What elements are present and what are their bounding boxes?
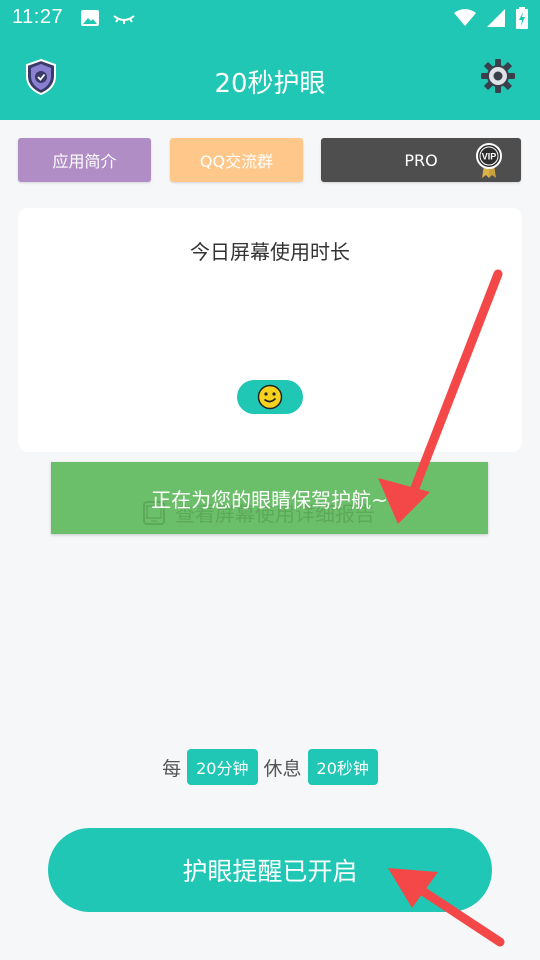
qq-group-button[interactable]: QQ交流群 [170, 138, 303, 182]
app-title: 20秒护眼 [214, 69, 326, 99]
battery-charging-icon [516, 7, 528, 29]
app-intro-label: 应用简介 [52, 152, 117, 171]
reminder-schedule: 每 20分钟 休息 20秒钟 [0, 749, 540, 785]
vip-badge-icon: VIP [475, 143, 503, 183]
app-bar: 20秒护眼 [0, 36, 540, 120]
rest-chip[interactable]: 20秒钟 [307, 749, 378, 785]
protection-toast: 正在为您的眼睛保驾护航~ [151, 488, 388, 512]
pro-label: PRO [404, 150, 438, 170]
usage-card: 今日屏幕使用时长 [18, 208, 522, 452]
app-intro-button[interactable]: 应用简介 [18, 138, 151, 182]
usage-card-title: 今日屏幕使用时长 [190, 240, 350, 264]
eye-protection-toggle-label: 护眼提醒已开启 [182, 857, 358, 886]
smile-pill [237, 380, 303, 414]
schedule-prefix: 每 [162, 757, 182, 780]
view-report-button[interactable]: 查看屏幕使用详细报告 正在为您的眼睛保驾护航~ [51, 462, 488, 534]
status-icons-left [80, 8, 136, 28]
interval-chip[interactable]: 20分钟 [187, 749, 258, 785]
eye-protection-toggle-button[interactable]: 护眼提醒已开启 [48, 828, 492, 912]
status-bar: 11:27 [0, 0, 540, 36]
eye-closed-icon [113, 15, 135, 24]
status-time: 11:27 [12, 6, 64, 28]
status-icons-right [454, 7, 528, 29]
wifi-icon [454, 9, 476, 26]
pro-button[interactable]: PRO VIP [321, 138, 521, 182]
smile-face-icon [257, 384, 283, 410]
gear-icon[interactable] [480, 58, 516, 98]
image-icon [81, 10, 99, 26]
signal-icon [487, 9, 505, 27]
qq-group-label: QQ交流群 [199, 152, 274, 171]
vip-badge-text: VIP [482, 152, 497, 162]
schedule-middle: 休息 [263, 757, 302, 780]
